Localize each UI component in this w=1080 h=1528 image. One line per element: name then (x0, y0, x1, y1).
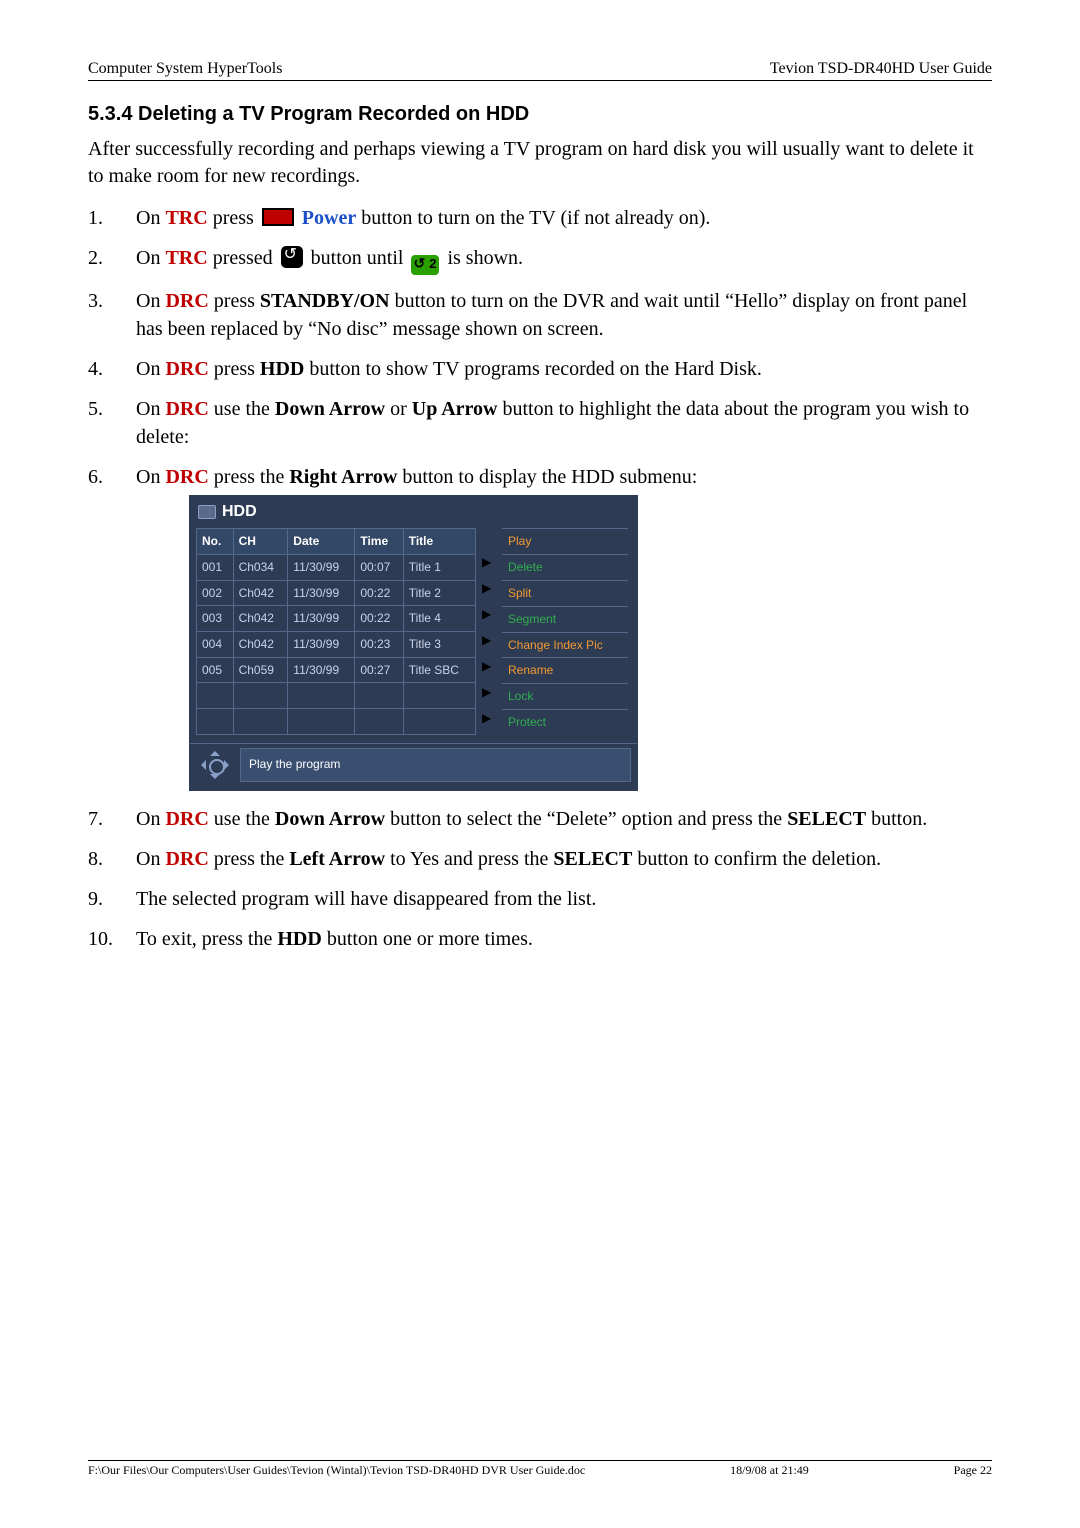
input-indicator-icon: 2 (411, 255, 439, 275)
col-ch: CH (233, 529, 288, 555)
step-body: The selected program will have disappear… (136, 885, 992, 913)
step-number: 6. (88, 463, 136, 793)
step-body: On DRC use the Down Arrow button to sele… (136, 805, 992, 833)
footer-path: F:\Our Files\Our Computers\User Guides\T… (88, 1463, 585, 1478)
step-body: On DRC press the Left Arrow to Yes and p… (136, 845, 992, 873)
step-body: On TRC press Power button to turn on the… (136, 204, 992, 232)
table-row (197, 683, 476, 709)
play-arrow-icon: ▶ (482, 578, 496, 598)
col-time: Time (355, 529, 403, 555)
table-row: 005Ch05911/30/9900:27Title SBC (197, 657, 476, 683)
step-body: On DRC press STANDBY/ON button to turn o… (136, 287, 992, 343)
step-body: On TRC pressed button until 2 is shown. (136, 244, 992, 275)
right-arrow-label: Right Arrow (289, 466, 397, 488)
hdd-submenu-screenshot: HDD No. CH Date Time Title 001Ch03411/30… (189, 495, 638, 791)
step-body: On DRC use the Down Arrow or Up Arrow bu… (136, 395, 992, 451)
hdd-label: HDD (260, 358, 304, 380)
play-arrow-icon: ▶ (482, 604, 496, 624)
submenu-play[interactable]: Play (502, 528, 628, 554)
step-number: 2. (88, 244, 136, 275)
col-date: Date (288, 529, 355, 555)
hdd-label: HDD (277, 928, 321, 950)
step-body: On DRC press HDD button to show TV progr… (136, 355, 992, 383)
play-arrow-icon: ▶ (482, 682, 496, 702)
drc-label: DRC (165, 358, 208, 380)
col-title: Title (403, 529, 475, 555)
col-no: No. (197, 529, 234, 555)
submenu-segment[interactable]: Segment (502, 606, 628, 632)
submenu-change-index-pic[interactable]: Change Index Pic (502, 632, 628, 658)
step-number: 4. (88, 355, 136, 383)
drc-label: DRC (165, 848, 208, 870)
drc-label: DRC (165, 466, 208, 488)
table-row: 002Ch04211/30/9900:22Title 2 (197, 580, 476, 606)
step-number: 7. (88, 805, 136, 833)
table-row: 003Ch04211/30/9900:22Title 4 (197, 606, 476, 632)
trc-label: TRC (165, 247, 207, 269)
input-cycle-icon (281, 246, 303, 268)
table-row (197, 709, 476, 735)
arrow-column: ▶ ▶ ▶ ▶ ▶ ▶ ▶ (482, 528, 496, 734)
hdd-title: HDD (222, 501, 257, 523)
play-arrow-icon: ▶ (482, 708, 496, 728)
submenu-split[interactable]: Split (502, 580, 628, 606)
step-number: 9. (88, 885, 136, 913)
power-icon (262, 208, 294, 226)
section-title: 5.3.4 Deleting a TV Program Recorded on … (88, 103, 992, 126)
step-number: 3. (88, 287, 136, 343)
step-number: 8. (88, 845, 136, 873)
select-label: SELECT (787, 808, 866, 830)
drc-label: DRC (165, 290, 208, 312)
play-arrow-icon: ▶ (482, 630, 496, 650)
play-arrow-icon: ▶ (482, 656, 496, 676)
down-arrow-label: Down Arrow (275, 808, 385, 830)
submenu-protect[interactable]: Protect (502, 709, 628, 735)
table-row: 004Ch04211/30/9900:23Title 3 (197, 632, 476, 658)
step-body: On DRC press the Right Arrow button to d… (136, 463, 992, 793)
left-arrow-label: Left Arrow (289, 848, 385, 870)
page-header: Computer System HyperTools Tevion TSD-DR… (88, 60, 992, 81)
submenu-lock[interactable]: Lock (502, 683, 628, 709)
steps-list: 1. On TRC press Power button to turn on … (88, 204, 992, 953)
hdd-icon (198, 505, 216, 519)
step-number: 1. (88, 204, 136, 232)
header-left: Computer System HyperTools (88, 60, 282, 78)
header-right: Tevion TSD-DR40HD User Guide (770, 60, 992, 78)
select-label: SELECT (553, 848, 632, 870)
hdd-title-bar: HDD (190, 496, 637, 528)
power-label: Power (302, 207, 356, 229)
hdd-submenu: Play Delete Split Segment Change Index P… (502, 528, 628, 734)
drc-label: DRC (165, 398, 208, 420)
page-footer: F:\Our Files\Our Computers\User Guides\T… (88, 1460, 992, 1478)
down-arrow-label: Down Arrow (275, 398, 385, 420)
submenu-rename[interactable]: Rename (502, 657, 628, 683)
step-number: 10. (88, 925, 136, 953)
recordings-table: No. CH Date Time Title 001Ch03411/30/990… (196, 528, 476, 734)
intro-paragraph: After successfully recording and perhaps… (88, 136, 992, 190)
dpad-icon (198, 748, 232, 782)
play-arrow-icon: ▶ (482, 552, 496, 572)
footer-date: 18/9/08 at 21:49 (730, 1463, 809, 1478)
step-number: 5. (88, 395, 136, 451)
drc-label: DRC (165, 808, 208, 830)
submenu-delete[interactable]: Delete (502, 554, 628, 580)
standby-on-label: STANDBY/ON (260, 290, 390, 312)
up-arrow-label: Up Arrow (412, 398, 498, 420)
table-row: 001Ch03411/30/9900:07Title 1 (197, 555, 476, 581)
footer-page: Page 22 (954, 1463, 992, 1478)
footer-hint: Play the program (240, 748, 631, 782)
step-body: To exit, press the HDD button one or mor… (136, 925, 992, 953)
trc-label: TRC (165, 207, 207, 229)
